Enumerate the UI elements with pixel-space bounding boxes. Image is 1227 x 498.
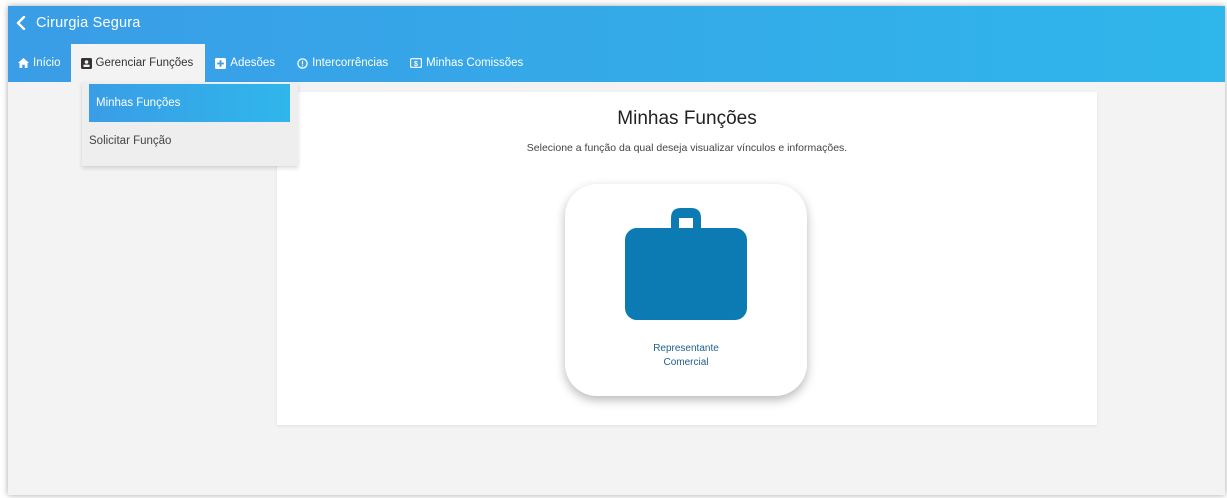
chevron-left-icon: [16, 16, 26, 30]
gerenciar-funcoes-dropdown: Minhas Funções Solicitar Função: [82, 82, 298, 166]
roles-panel: Minhas Funções Selecione a função da qua…: [277, 92, 1097, 425]
app-title: Cirurgia Segura: [36, 15, 141, 31]
svg-text:$: $: [414, 61, 418, 68]
menu-item-solicitar-funcao[interactable]: Solicitar Função: [82, 122, 298, 160]
page-title: Minhas Funções: [617, 108, 757, 129]
tab-label: Gerenciar Funções: [95, 57, 194, 69]
home-icon: [18, 58, 29, 68]
tab-adesoes[interactable]: Adesões: [205, 44, 287, 82]
tab-label: Adesões: [230, 57, 276, 69]
tab-minhas-comissoes[interactable]: $ Minhas Comissões: [400, 44, 535, 82]
tab-inicio[interactable]: Início: [8, 44, 71, 82]
tab-label: Minhas Comissões: [426, 57, 524, 69]
menu-item-minhas-funcoes[interactable]: Minhas Funções: [89, 84, 290, 122]
role-label-line2: Comercial: [663, 357, 709, 368]
page-subtitle: Selecione a função da qual deseja visual…: [526, 142, 848, 154]
nav-tabs: Início Gerenciar Funções Adesões Interco…: [8, 44, 535, 82]
alert-circle-icon: [297, 57, 308, 69]
tab-gerenciar-funcoes[interactable]: Gerenciar Funções: [70, 44, 206, 82]
role-label: Representante Comercial: [565, 342, 807, 370]
title-bar: Cirurgia Segura: [8, 6, 141, 40]
briefcase-icon: [625, 208, 747, 320]
tab-intercorrencias[interactable]: Intercorrências: [287, 44, 400, 82]
plus-square-icon: [215, 57, 227, 69]
tab-label: Início: [33, 57, 61, 69]
app-header: Cirurgia Segura Início Gerenciar Funções: [8, 6, 1225, 82]
back-button[interactable]: [13, 13, 29, 33]
app-window: Cirurgia Segura Início Gerenciar Funções: [8, 6, 1225, 495]
money-icon: $: [410, 58, 423, 68]
role-label-line1: Representante: [653, 343, 719, 354]
tab-label: Intercorrências: [312, 57, 389, 69]
role-card-representante-comercial[interactable]: Representante Comercial: [565, 184, 807, 396]
id-card-icon: [80, 57, 92, 69]
